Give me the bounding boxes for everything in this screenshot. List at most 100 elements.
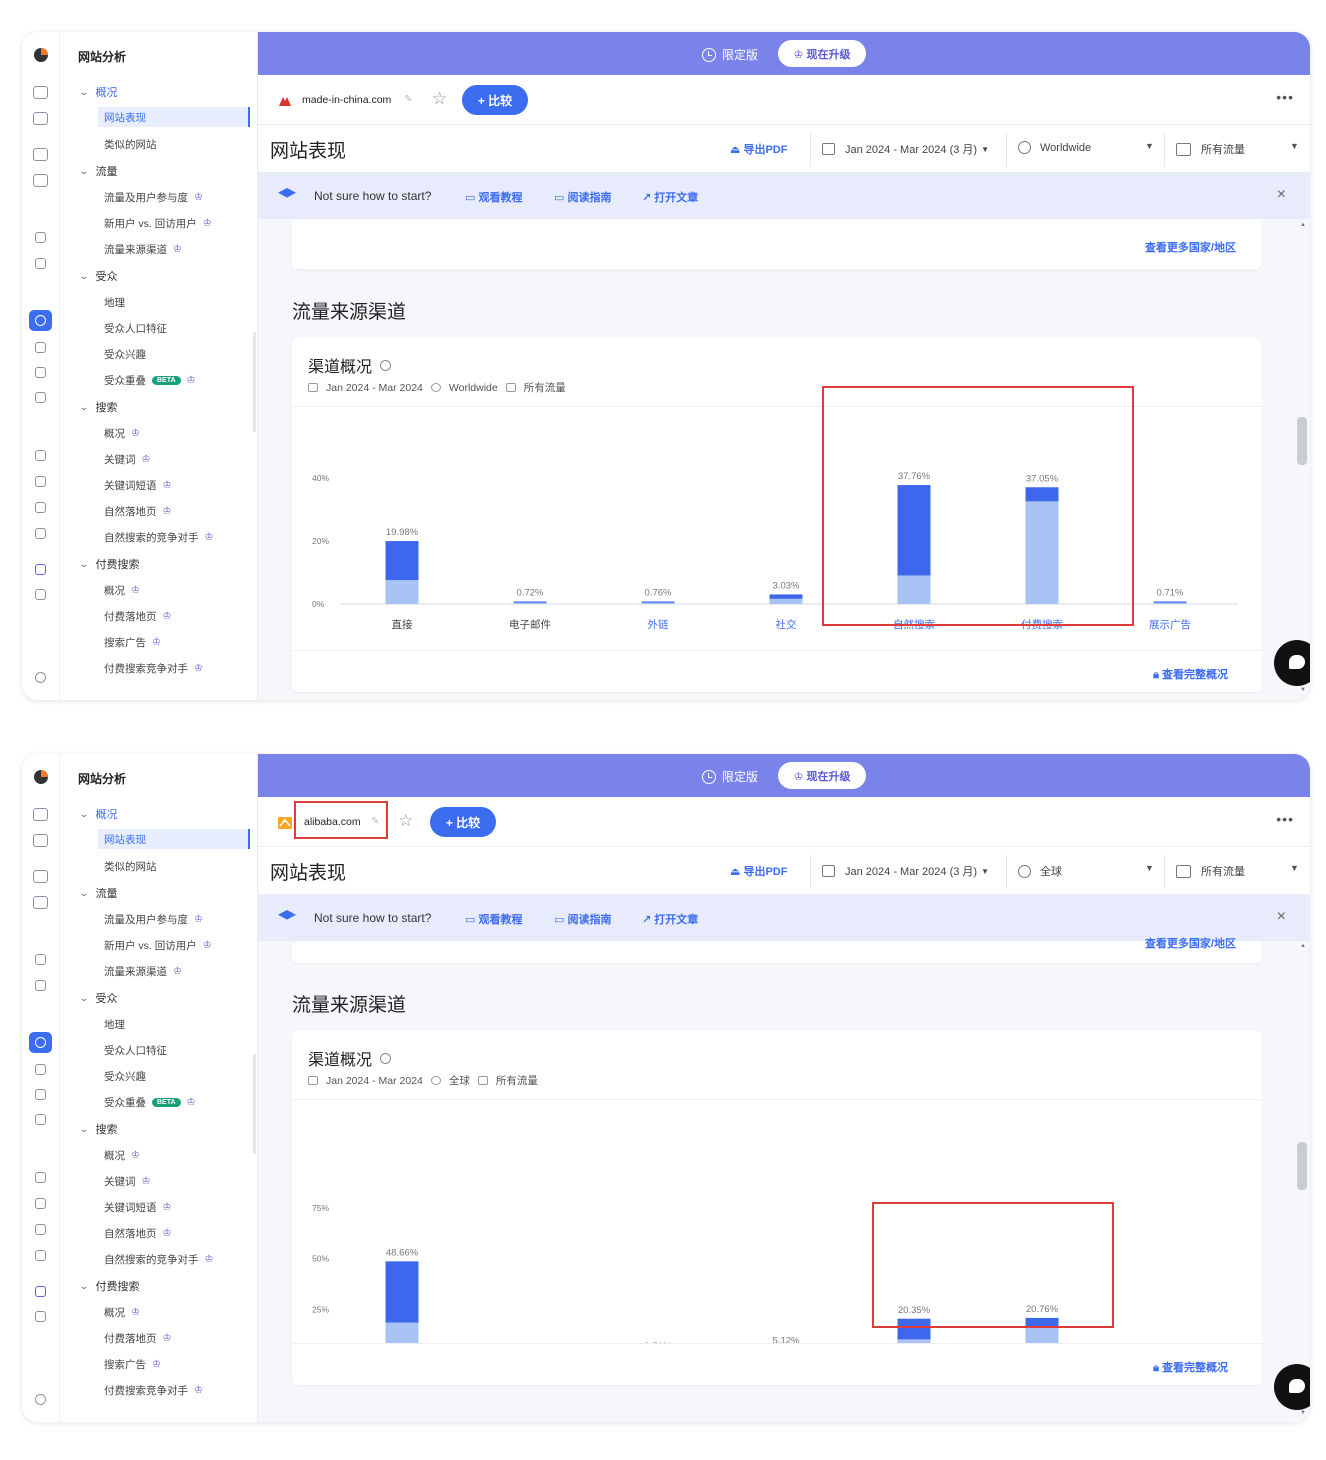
- sidebar-item[interactable]: 关键词短语 ♔: [104, 478, 171, 493]
- close-banner-button[interactable]: ×: [1277, 186, 1286, 204]
- sidebar-group-0[interactable]: ⌄ 概况: [79, 806, 118, 822]
- sidebar-group-4[interactable]: ⌄ 付费搜索: [79, 1278, 140, 1294]
- magnifier-icon[interactable]: [35, 1224, 46, 1235]
- info-icon[interactable]: [380, 1052, 392, 1064]
- more-menu-icon[interactable]: •••: [1276, 811, 1294, 827]
- sidebar-item[interactable]: 受众重叠 BETA ♔: [104, 1095, 196, 1110]
- magnifier-icon[interactable]: [35, 502, 46, 513]
- sidebar-item[interactable]: 付费搜索竞争对手 ♔: [104, 1383, 203, 1398]
- sidebar-item[interactable]: 新用户 vs. 回访用户 ♔: [104, 938, 212, 953]
- crown-nav-icon[interactable]: [35, 1286, 46, 1297]
- scroll-up-icon[interactable]: ▲: [1300, 222, 1306, 228]
- sidebar-item[interactable]: 流量及用户参与度 ♔: [104, 190, 203, 205]
- sidebar-item[interactable]: 自然落地页 ♔: [104, 504, 171, 519]
- sidebar-scrollbar[interactable]: [253, 1054, 256, 1154]
- caret-down-icon[interactable]: ▼: [1145, 863, 1154, 873]
- building-icon[interactable]: [33, 148, 48, 161]
- view-full-overview-link[interactable]: 🔒︎ 查看完整概况: [1153, 1359, 1228, 1375]
- category-label[interactable]: 展示广告: [1149, 618, 1191, 631]
- sidebar-item[interactable]: 流量来源渠道 ♔: [104, 242, 182, 257]
- info-icon[interactable]: [380, 359, 392, 371]
- sidebar-item[interactable]: 受众人口特征: [104, 321, 167, 336]
- building-icon[interactable]: [33, 870, 48, 883]
- compare-button[interactable]: + 比较: [430, 807, 496, 837]
- sidebar-item[interactable]: 受众兴趣: [104, 347, 146, 362]
- read-guide-link[interactable]: ▭ 阅读指南: [554, 189, 611, 205]
- search-report-icon[interactable]: [33, 896, 48, 909]
- date-range-selector[interactable]: Jan 2024 - Mar 2024 (3 月) ▼: [822, 863, 989, 879]
- mobile-icon[interactable]: [35, 367, 46, 378]
- more-countries-link[interactable]: 查看更多国家/地区: [1145, 935, 1236, 951]
- scroll-down-icon[interactable]: ▼: [1300, 687, 1306, 693]
- mobile-icon[interactable]: [35, 1089, 46, 1100]
- close-banner-button[interactable]: ×: [1277, 908, 1286, 926]
- sidebar-item[interactable]: 受众重叠 BETA ♔: [104, 373, 196, 388]
- caret-down-icon[interactable]: ▼: [1290, 863, 1299, 873]
- thumb-icon[interactable]: [35, 528, 46, 539]
- settings-icon[interactable]: [35, 672, 46, 683]
- open-article-link[interactable]: ↗ 打开文章: [642, 911, 698, 927]
- globe-nav-icon[interactable]: [35, 232, 46, 243]
- web-analysis-icon[interactable]: [29, 310, 52, 331]
- watch-tutorial-link[interactable]: ▭ 观看教程: [465, 189, 522, 205]
- sidebar-item[interactable]: 搜索广告 ♔: [104, 635, 161, 650]
- more-countries-link[interactable]: 查看更多国家/地区: [1145, 239, 1236, 255]
- scroll-up-icon[interactable]: ▲: [1300, 943, 1306, 949]
- category-label[interactable]: 外链: [648, 618, 669, 631]
- sidebar-item[interactable]: 概况 ♔: [104, 426, 140, 441]
- dashboard-icon[interactable]: [33, 86, 48, 99]
- sidebar-group-2[interactable]: ⌄ 受众: [79, 990, 118, 1006]
- sidebar-item[interactable]: 自然落地页 ♔: [104, 1226, 171, 1241]
- history-icon[interactable]: [35, 342, 46, 353]
- sidebar-item[interactable]: 付费落地页 ♔: [104, 1331, 171, 1346]
- sidebar-group-3[interactable]: ⌄ 搜索: [79, 1121, 118, 1137]
- page-scrollbar[interactable]: [1297, 417, 1309, 467]
- history-icon[interactable]: [35, 1064, 46, 1075]
- sidebar-item[interactable]: 受众兴趣: [104, 1069, 146, 1084]
- more-menu-icon[interactable]: •••: [1276, 89, 1294, 105]
- sidebar-item[interactable]: 自然搜索的竞争对手 ♔: [104, 1252, 213, 1267]
- caret-down-icon[interactable]: ▼: [1290, 141, 1299, 151]
- favorite-star-icon[interactable]: ☆: [432, 89, 447, 109]
- sidebar-scrollbar[interactable]: [253, 332, 256, 432]
- traffic-selector[interactable]: 所有流量: [1176, 141, 1245, 157]
- sidebar-item[interactable]: 受众人口特征: [104, 1043, 167, 1058]
- settings-icon[interactable]: [35, 1394, 46, 1405]
- trend-icon[interactable]: [33, 834, 48, 847]
- favorite-star-icon[interactable]: ☆: [398, 811, 413, 831]
- filter-icon[interactable]: [35, 1311, 46, 1322]
- sidebar-group-2[interactable]: ⌄ 受众: [79, 268, 118, 284]
- sidebar-group-3[interactable]: ⌄ 搜索: [79, 399, 118, 415]
- sidebar-item[interactable]: 搜索广告 ♔: [104, 1357, 161, 1372]
- crown-nav-icon[interactable]: [35, 564, 46, 575]
- doc-icon[interactable]: [35, 258, 46, 269]
- region-selector[interactable]: Worldwide: [1018, 141, 1091, 154]
- sidebar-item[interactable]: 网站表现: [98, 107, 250, 127]
- sidebar-group-0[interactable]: ⌄ 概况: [79, 84, 118, 100]
- scroll-down-icon[interactable]: ▼: [1300, 1410, 1306, 1416]
- export-pdf-button[interactable]: ⏏ 导出PDF: [730, 863, 787, 879]
- export-pdf-button[interactable]: ⏏ 导出PDF: [730, 141, 787, 157]
- bars-icon[interactable]: [35, 392, 46, 403]
- sidebar-item[interactable]: 付费落地页 ♔: [104, 609, 171, 624]
- sidebar-item[interactable]: 概况 ♔: [104, 583, 140, 598]
- keyword-icon[interactable]: [35, 450, 46, 461]
- thumb-icon[interactable]: [35, 1250, 46, 1261]
- read-guide-link[interactable]: ▭ 阅读指南: [554, 911, 611, 927]
- date-range-selector[interactable]: Jan 2024 - Mar 2024 (3 月) ▼: [822, 141, 989, 157]
- sidebar-group-1[interactable]: ⌄ 流量: [79, 163, 118, 179]
- people-icon[interactable]: [35, 476, 46, 487]
- sidebar-item[interactable]: 流量及用户参与度 ♔: [104, 912, 203, 927]
- sidebar-item[interactable]: 新用户 vs. 回访用户 ♔: [104, 216, 212, 231]
- page-scrollbar[interactable]: [1297, 1142, 1309, 1192]
- sidebar-item[interactable]: 地理: [104, 295, 125, 310]
- doc-icon[interactable]: [35, 980, 46, 991]
- sidebar-item[interactable]: 自然搜索的竞争对手 ♔: [104, 530, 213, 545]
- traffic-selector[interactable]: 所有流量: [1176, 863, 1245, 879]
- filter-icon[interactable]: [35, 589, 46, 600]
- region-selector[interactable]: 全球: [1018, 863, 1062, 879]
- upgrade-button[interactable]: ♔ 现在升级: [778, 40, 866, 67]
- search-report-icon[interactable]: [33, 174, 48, 187]
- sidebar-item[interactable]: 概况 ♔: [104, 1148, 140, 1163]
- caret-down-icon[interactable]: ▼: [1145, 141, 1154, 151]
